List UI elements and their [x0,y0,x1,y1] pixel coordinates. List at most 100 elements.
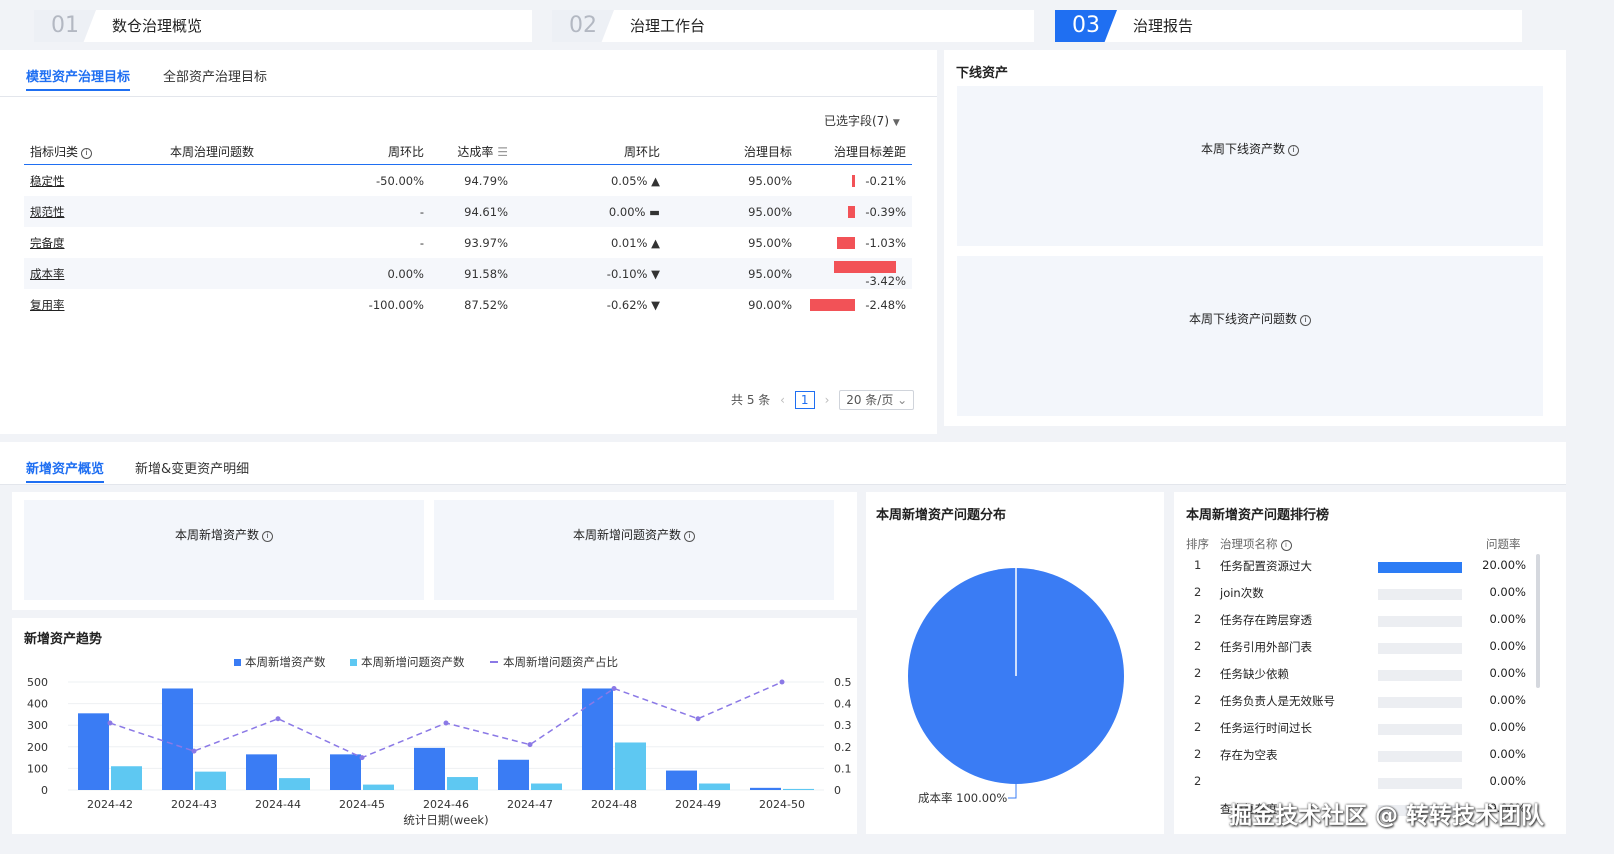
cell-target: 95.00% [748,173,792,188]
tab-new-detail[interactable]: 新增&变更资产明细 [135,458,249,477]
tab-model-assets[interactable]: 模型资产治理目标 [26,66,131,91]
cell-issues [126,258,298,289]
bar-new-assets[interactable] [246,754,277,790]
offline-title: 下线资产 [956,66,1009,81]
bar-new-assets[interactable] [78,713,109,790]
info-icon[interactable]: i [684,531,695,542]
bar-issue-assets[interactable] [615,742,646,790]
bar-new-assets[interactable] [330,754,361,790]
list-item[interactable]: 2 任务存在跨层穿透 0.00% [1186,612,1526,632]
rank-name: 任务运行时间过长 [1220,721,1312,735]
ratio-point[interactable] [611,685,617,691]
ratio-point[interactable] [779,679,785,685]
ratio-point[interactable] [527,742,533,748]
ratio-point[interactable] [443,720,449,726]
ratio-point[interactable] [191,748,197,754]
cell-category[interactable]: 成本率 [24,258,126,289]
cell-target: 95.00% [748,235,792,250]
pie-label-leader [1008,784,1017,799]
list-item[interactable]: 2 join次数 0.00% [1186,585,1526,605]
bar-issue-assets[interactable] [195,771,226,790]
ratio-point[interactable] [275,716,281,722]
sort-icon[interactable]: ☰ [497,145,508,159]
cell-rate-wow: 0.01% ▲ [610,235,660,250]
list-item[interactable]: 1 任务配置资源过大 20.00% [1186,558,1526,578]
tab-all-assets[interactable]: 全部资产治理目标 [163,66,267,85]
cell-category[interactable]: 完备度 [24,227,126,258]
distribution-pie-chart [908,568,1124,799]
legend-new-assets[interactable]: 本周新增资产数 [234,654,326,670]
ratio-point[interactable] [359,755,365,761]
step-report[interactable]: 03 治理报告 [1055,10,1522,42]
bar-new-assets[interactable] [750,787,781,790]
bar-issue-assets[interactable] [279,778,310,790]
prev-page-icon[interactable]: ‹ [780,393,785,407]
info-icon[interactable]: i [81,147,93,159]
rank-rate: 0.00% [1489,693,1526,707]
trend-chart: 0 0 100 0.1 200 0.2 300 0.3 400 0.4 500 0.5 2024-42 2… [27,676,852,827]
cell-wow: -50.00% [376,173,424,188]
cell-target: 95.00% [666,196,798,227]
bar-new-assets[interactable] [498,759,529,790]
rank-name: 任务负责人是无效账号 [1220,694,1335,708]
info-icon[interactable]: i [1288,145,1299,156]
new-summary-panel: 本周新增资产数 i 本周新增问题资产数 i [12,492,857,610]
col-rate[interactable]: 达成率 ☰ [430,138,514,165]
trend-up-icon: ▲ [651,235,660,250]
rank-number: 2 [1194,612,1202,626]
field-selector[interactable]: 已选字段(7) ▼ [824,112,900,129]
cell-category[interactable]: 稳定性 [24,165,126,197]
x-tick-label: 2024-42 [87,798,133,811]
bar-issue-assets[interactable] [531,783,562,790]
ranking-scrollbar[interactable] [1536,554,1540,688]
rank-rate: 0.00% [1489,720,1526,734]
cell-category[interactable]: 规范性 [24,196,126,227]
y2-tick-label: 0.1 [834,762,852,775]
bar-issue-assets[interactable] [447,777,478,790]
cell-gap: -2.48% [798,289,912,320]
bar-issue-assets[interactable] [783,788,814,790]
list-item[interactable]: 2 0.00% [1186,774,1526,794]
next-page-icon[interactable]: › [825,393,830,407]
page-size-select[interactable]: 20 条/页 ⌄ [839,390,915,410]
trend-down-icon: ▼ [651,266,660,281]
rank-header-order: 排序 [1186,537,1209,551]
y-tick-label: 400 [27,698,48,711]
rank-bar [1378,589,1462,600]
info-icon[interactable]: i [1280,540,1292,551]
bar-new-assets[interactable] [162,688,193,790]
rank-name: 任务配置资源过大 [1220,559,1312,573]
bar-issue-assets[interactable] [699,783,730,790]
y-tick-label: 500 [27,676,48,689]
list-item[interactable]: 2 任务引用外部门表 0.00% [1186,639,1526,659]
y2-tick-label: 0.4 [834,698,852,711]
bar-issue-assets[interactable] [111,766,142,790]
list-item[interactable]: 2 任务缺少依赖 0.00% [1186,666,1526,686]
bar-new-assets[interactable] [414,747,445,790]
cell-rate: 93.97% [464,235,508,250]
legend-issue-ratio[interactable]: 本周新增问题资产占比 [490,654,618,670]
y2-tick-label: 0.2 [834,741,852,754]
bar-new-assets[interactable] [582,688,613,790]
ratio-point[interactable] [695,716,701,722]
rank-rate: 0.00% [1489,666,1526,680]
step-number: 02 [552,10,614,42]
list-item[interactable]: 2 存在为空表 0.00% [1186,747,1526,767]
info-icon[interactable]: i [262,531,273,542]
page-number-button[interactable]: 1 [794,391,815,409]
step-overview[interactable]: 01 数仓治理概览 [34,10,532,42]
list-item[interactable]: 2 任务负责人是无效账号 0.00% [1186,693,1526,713]
y2-tick-label: 0 [834,784,841,797]
list-item[interactable]: 2 任务运行时间过长 0.00% [1186,720,1526,740]
ratio-point[interactable] [107,720,113,726]
legend-issue-assets[interactable]: 本周新增问题资产数 [350,654,465,670]
rank-name: 任务存在跨层穿透 [1220,613,1312,627]
cell-category[interactable]: 复用率 [24,289,126,320]
bar-new-assets[interactable] [666,770,697,790]
step-workbench[interactable]: 02 治理工作台 [552,10,1034,42]
gap-bar [848,206,856,218]
tab-new-overview[interactable]: 新增资产概览 [26,458,105,483]
y-tick-label: 100 [27,762,48,775]
info-icon[interactable]: i [1300,315,1311,326]
bar-issue-assets[interactable] [363,784,394,790]
